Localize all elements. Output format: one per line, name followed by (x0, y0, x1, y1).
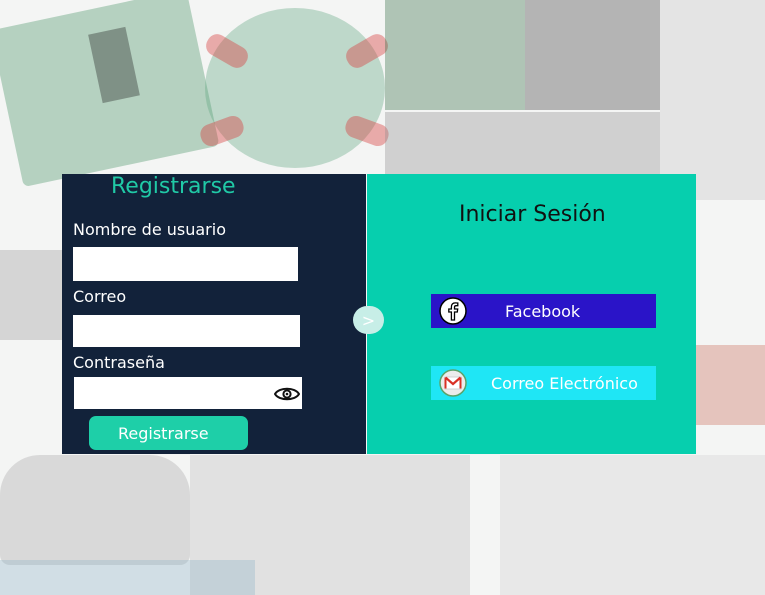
chevron-right-icon: > (361, 310, 376, 330)
password-field (74, 377, 302, 409)
facebook-login-button[interactable]: Facebook (431, 294, 656, 328)
panel-toggle-button[interactable]: > (353, 306, 384, 334)
username-input[interactable] (73, 247, 298, 281)
facebook-icon (439, 297, 467, 325)
register-title: Registrarse (111, 174, 236, 199)
password-label: Contraseña (73, 353, 165, 372)
email-login-button[interactable]: Correo Electrónico (431, 366, 656, 400)
background-clock-kit (385, 0, 525, 110)
background-strip (0, 560, 255, 595)
email-input[interactable] (73, 315, 300, 347)
password-input[interactable] (74, 377, 269, 409)
background-robot-car (0, 455, 190, 565)
background-display (0, 250, 62, 340)
gmail-icon (439, 369, 467, 397)
email-login-label: Correo Electrónico (491, 373, 638, 393)
register-button[interactable]: Registrarse (89, 416, 248, 450)
email-label: Correo (73, 287, 127, 306)
username-label: Nombre de usuario (73, 220, 226, 239)
login-panel: Iniciar Sesión Facebook Correo Electróni… (367, 174, 696, 454)
background-enclosure (385, 112, 660, 182)
eye-icon[interactable] (274, 385, 300, 403)
login-title: Iniciar Sesión (459, 202, 606, 227)
background-components (500, 455, 765, 595)
register-panel: Registrarse Nombre de usuario Correo Con… (62, 174, 366, 454)
background-clock-kit (525, 0, 660, 110)
background-red-kit (696, 345, 765, 425)
facebook-label: Facebook (505, 301, 581, 321)
background-led-ring (205, 8, 385, 168)
background-parts (660, 0, 765, 200)
